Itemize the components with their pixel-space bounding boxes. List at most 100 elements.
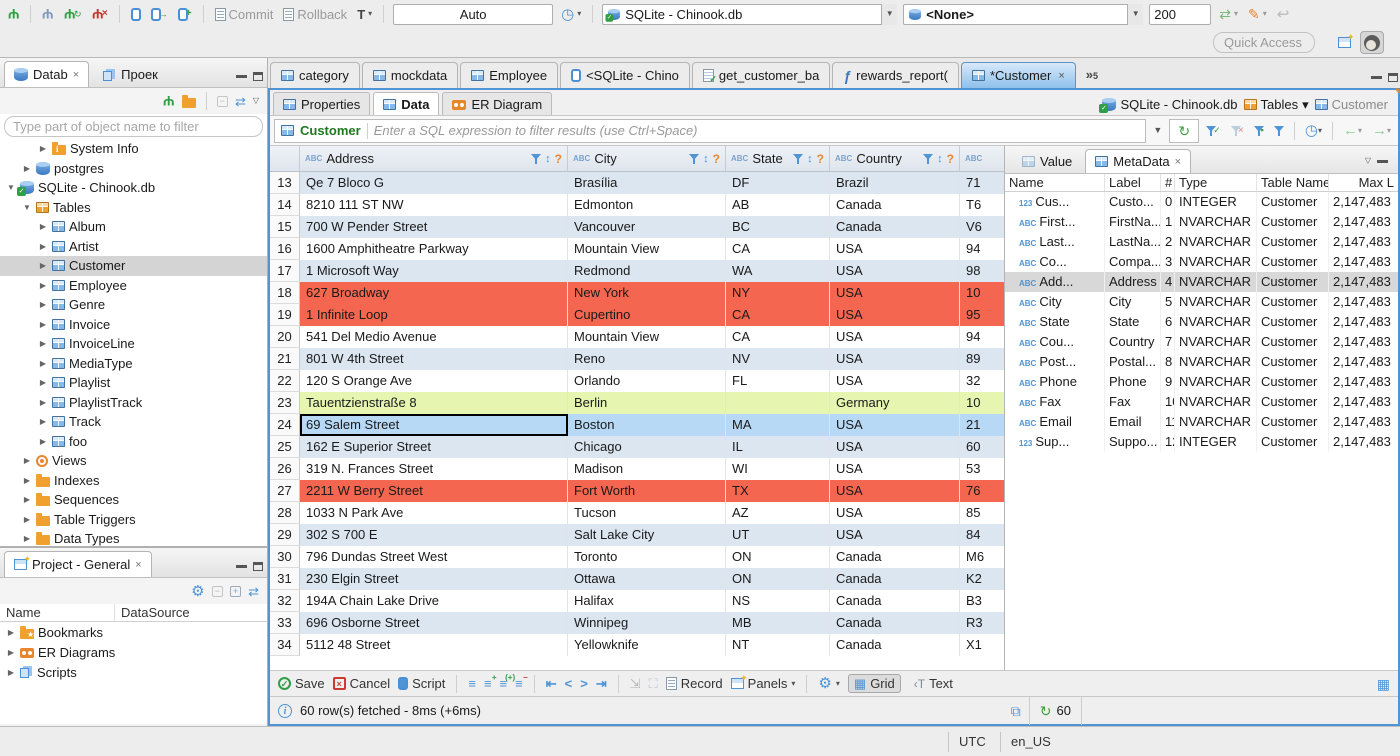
cell-state[interactable]: NT (726, 634, 830, 656)
cell-country[interactable]: Canada (830, 612, 960, 634)
cell-address[interactable]: 69 Salem Street (300, 414, 568, 436)
transaction-mode-button[interactable]: T ▾ (355, 3, 374, 25)
cell-postal[interactable]: 76 (960, 480, 1004, 502)
metadata-row[interactable]: ABC Cou... Country 7 NVARCHAR Customer 2,147,4… (1005, 332, 1398, 352)
pin-panel-icon[interactable]: ⧉ (1011, 704, 1021, 718)
cell-country[interactable]: USA (830, 348, 960, 370)
cell-country[interactable]: USA (830, 480, 960, 502)
cell-city[interactable]: Madison (568, 458, 726, 480)
cell-country[interactable]: Canada (830, 634, 960, 656)
cell-address[interactable]: 319 N. Frances Street (300, 458, 568, 480)
chevron-right-icon[interactable]: ▶ (22, 534, 32, 543)
metadata-row[interactable]: ABC Post... Postal... 8 NVARCHAR Customer 2,14… (1005, 352, 1398, 372)
metadata-row[interactable]: ABC Co... Compa... 3 NVARCHAR Customer 2,147,4… (1005, 252, 1398, 272)
link-with-editor-button[interactable]: ⇄ (248, 585, 259, 598)
project-item-er-diagrams[interactable]: ▶ ER Diagrams (0, 642, 267, 662)
metadata-row[interactable]: ABC Add... Address 4 NVARCHAR Customer 2,147,4… (1005, 272, 1398, 292)
cell-state[interactable]: IL (726, 436, 830, 458)
dbeaver-perspective-button[interactable] (1360, 31, 1384, 54)
connect-button[interactable]: Ψ (40, 3, 55, 25)
cell-city[interactable]: Edmonton (568, 194, 726, 216)
meta-column-label[interactable]: Label (1105, 174, 1161, 191)
column-header-city[interactable]: ABC City ↕? (568, 146, 726, 171)
meta-column-table-name[interactable]: Table Name (1257, 174, 1329, 191)
cell-state[interactable]: WA (726, 260, 830, 282)
cell-address[interactable]: 1600 Amphitheatre Parkway (300, 238, 568, 260)
open-perspective-button[interactable] (1332, 31, 1356, 54)
project-item-bookmarks[interactable]: ▶ Bookmarks (0, 622, 267, 642)
tree-item-postgres[interactable]: ▶ postgres (0, 159, 267, 179)
cell-city[interactable]: Fort Worth (568, 480, 726, 502)
cell-city[interactable]: Berlin (568, 392, 726, 414)
close-icon[interactable]: × (1058, 70, 1064, 82)
sql-editor-button[interactable] (129, 3, 143, 25)
chevron-right-icon[interactable]: ▶ (38, 300, 48, 309)
cell-state[interactable]: WI (726, 458, 830, 480)
nav-forward-button[interactable]: → ▾ (1369, 119, 1394, 143)
chevron-right-icon[interactable]: ▶ (6, 628, 16, 637)
cell-postal[interactable]: K2 (960, 568, 1004, 590)
chevron-right-icon[interactable]: ▶ (38, 144, 48, 153)
cell-address[interactable]: 1 Microsoft Way (300, 260, 568, 282)
chevron-right-icon[interactable]: ▶ (22, 456, 32, 465)
cell-country[interactable]: USA (830, 238, 960, 260)
collapse-all-button[interactable]: − (211, 585, 223, 597)
chevron-right-icon[interactable]: ▶ (38, 222, 48, 231)
tab-value[interactable]: Value (1012, 149, 1082, 173)
cell-city[interactable]: Salt Lake City (568, 524, 726, 546)
cell-postal[interactable]: V6 (960, 216, 1004, 238)
cell-state[interactable]: MB (726, 612, 830, 634)
minimize-icon[interactable] (236, 565, 247, 568)
new-sql-editor-button[interactable]: + (176, 3, 194, 25)
chevron-right-icon[interactable]: ▶ (22, 164, 32, 173)
cell-city[interactable]: Mountain View (568, 238, 726, 260)
row-number[interactable]: 34 (270, 634, 300, 656)
cell-postal[interactable]: R3 (960, 612, 1004, 634)
cell-state[interactable]: MA (726, 414, 830, 436)
next-row-button[interactable]: > (580, 676, 588, 691)
cell-city[interactable]: New York (568, 282, 726, 304)
cell-postal[interactable]: 94 (960, 238, 1004, 260)
minimize-icon[interactable] (1377, 160, 1388, 163)
chevron-right-icon[interactable]: ▶ (22, 495, 32, 504)
tree-item-sqlite-chinook-db[interactable]: ▼ SQLite - Chinook.db (0, 178, 267, 198)
cancel-button[interactable]: × Cancel (332, 676, 390, 691)
subtab-properties[interactable]: Properties (273, 92, 371, 115)
row-number[interactable]: 26 (270, 458, 300, 480)
cell-postal[interactable]: 98 (960, 260, 1004, 282)
tab-project-general[interactable]: Project - General × (4, 551, 152, 577)
cell-city[interactable]: Winnipeg (568, 612, 726, 634)
close-icon[interactable]: × (135, 559, 141, 571)
row-number[interactable]: 22 (270, 370, 300, 392)
chevron-right-icon[interactable]: ▶ (38, 359, 48, 368)
cell-address[interactable]: 2211 W Berry Street (300, 480, 568, 502)
meta-column-type[interactable]: Type (1175, 174, 1257, 191)
editor-tab-customer[interactable]: *Customer × (960, 62, 1076, 88)
cell-address[interactable]: 801 W 4th Street (300, 348, 568, 370)
row-number[interactable]: 28 (270, 502, 300, 524)
first-row-button[interactable]: ⇤ (546, 676, 557, 692)
tree-item-playlisttrack[interactable]: ▶ PlaylistTrack (0, 393, 267, 413)
grid-view-toggle[interactable]: ▦ Grid (847, 674, 901, 693)
cell-state[interactable]: UT (726, 524, 830, 546)
chevron-right-icon[interactable]: ▶ (38, 437, 48, 446)
minimize-icon[interactable] (236, 75, 247, 78)
cell-postal[interactable]: B3 (960, 590, 1004, 612)
tree-item-track[interactable]: ▶ Track (0, 412, 267, 432)
metadata-row[interactable]: ABC Last... LastNa... 2 NVARCHAR Customer 2,14… (1005, 232, 1398, 252)
cell-country[interactable]: Canada (830, 216, 960, 238)
metadata-row[interactable]: ABCFaxFax10NVARCHARCustomer 2,147,483 (1005, 392, 1398, 412)
nav-new-connection-button[interactable]: Ψ (163, 93, 174, 109)
column-header-country[interactable]: ABC Country ↕? (830, 146, 960, 171)
cell-address[interactable]: 120 S Orange Ave (300, 370, 568, 392)
save-button[interactable]: ✓ Save (278, 676, 325, 691)
reconnect-button[interactable]: Ψ ↻ (62, 3, 84, 25)
close-icon[interactable]: × (1175, 156, 1181, 168)
auto-refresh-control[interactable]: ↻ 60 (1028, 696, 1082, 725)
cell-state[interactable]: TX (726, 480, 830, 502)
cell-postal[interactable]: 60 (960, 436, 1004, 458)
quick-access-input[interactable]: Quick Access (1213, 32, 1315, 53)
tree-item-table-triggers[interactable]: ▶ Table Triggers (0, 510, 267, 530)
add-row-button[interactable]: ≡ + (484, 674, 497, 692)
tree-item-invoiceline[interactable]: ▶ InvoiceLine (0, 334, 267, 354)
